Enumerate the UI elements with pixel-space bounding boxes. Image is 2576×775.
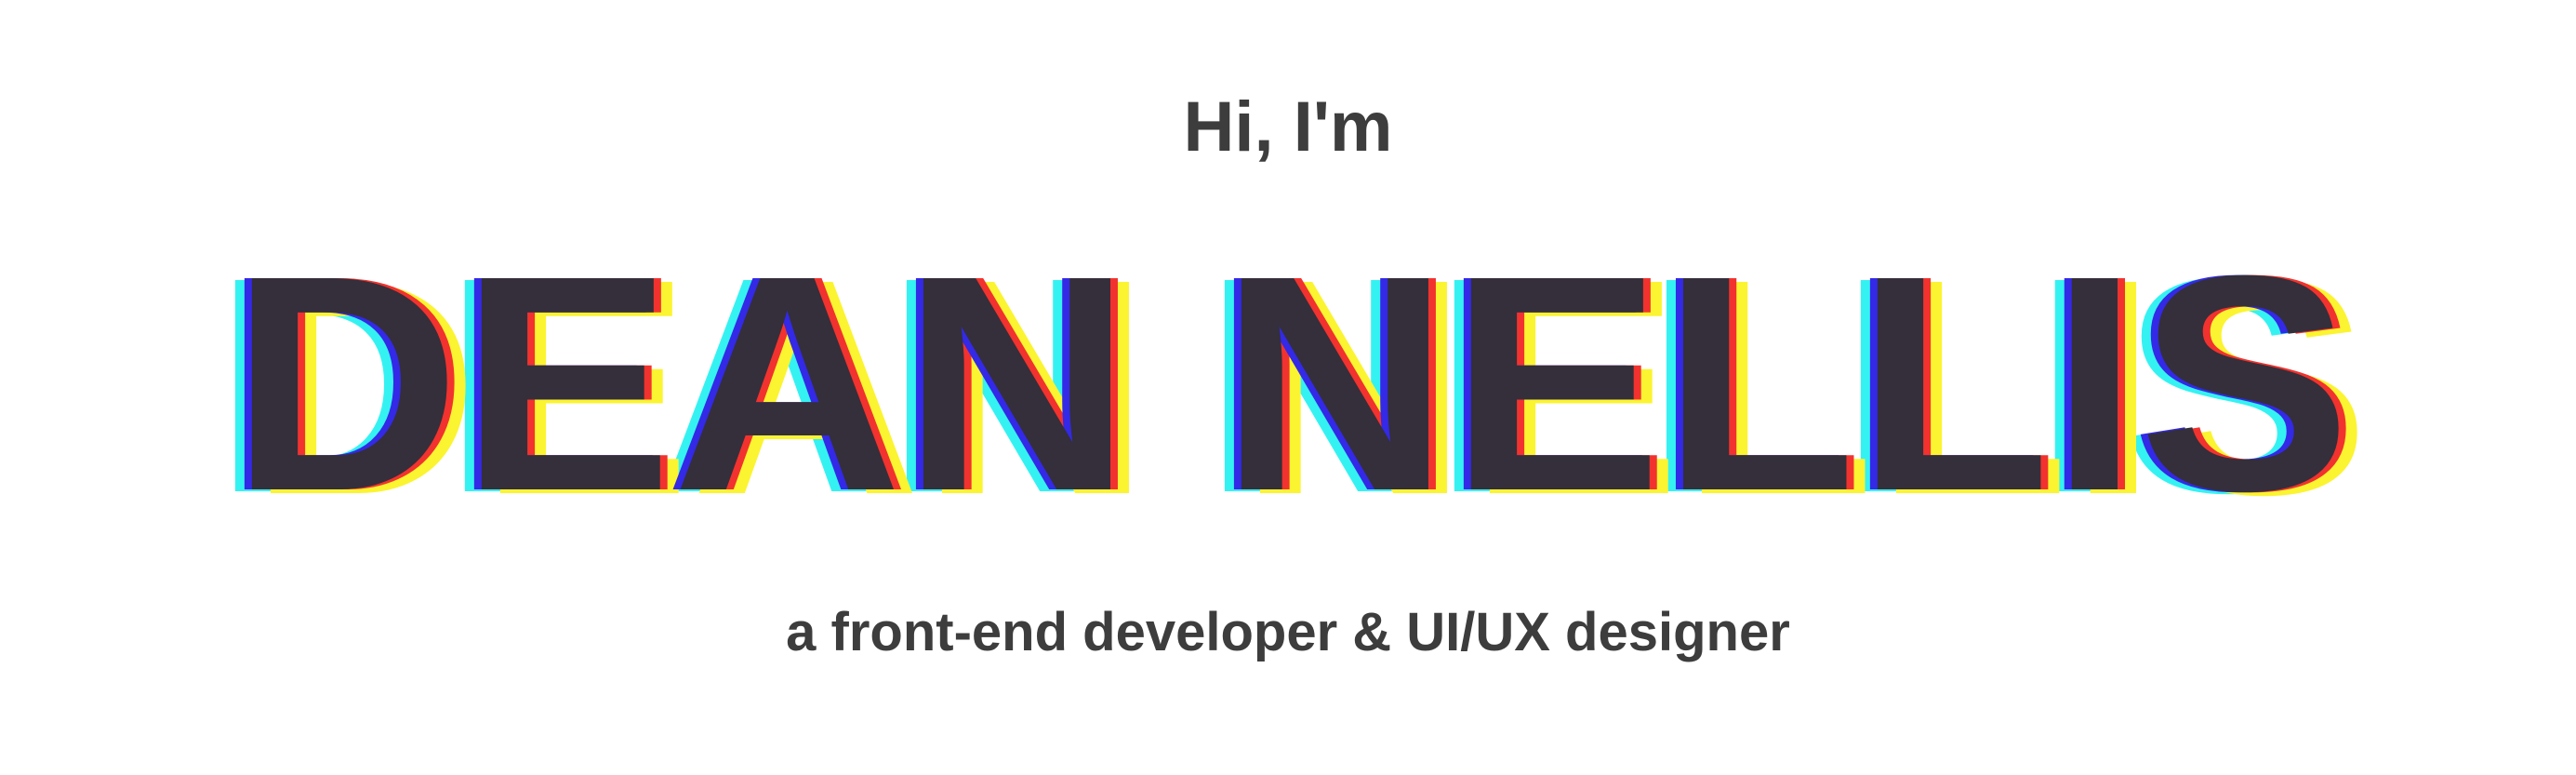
greeting-text: Hi, I'm xyxy=(1183,87,1393,167)
name-layer-main: DEAN NELLIS xyxy=(231,240,2351,510)
glitch-name-graphic: DEAN NELLIS DEAN NELLIS DEAN NELLIS DEAN… xyxy=(214,240,2370,510)
tagline-text: a front-end developer & UI/UX designer xyxy=(786,602,1790,662)
name-heading: DEAN NELLIS DEAN NELLIS DEAN NELLIS DEAN… xyxy=(0,240,2576,510)
hero-section: Hi, I'm DEAN NELLIS DEAN NELLIS DEAN NEL… xyxy=(0,0,2576,775)
